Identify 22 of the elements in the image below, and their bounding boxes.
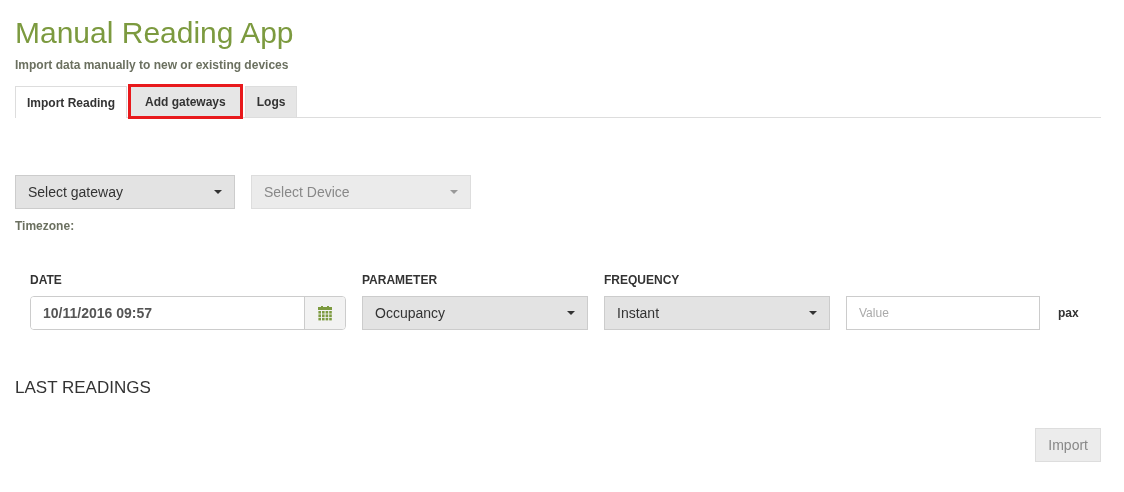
parameter-dropdown[interactable]: Occupancy <box>362 296 588 330</box>
tab[interactable]: Import Reading <box>15 86 127 118</box>
date-field[interactable]: 10/11/2016 09:57 <box>30 296 346 330</box>
dropdown[interactable]: Select gateway <box>15 175 235 209</box>
value-field[interactable]: Value <box>846 296 1040 330</box>
app-title: Manual Reading App <box>15 15 295 51</box>
section-title: LAST READINGS <box>15 378 152 398</box>
calendar-button[interactable] <box>304 297 345 329</box>
timezone-label: Timezone: <box>15 219 76 233</box>
caret-icon <box>214 190 222 194</box>
calendar-icon <box>318 305 332 321</box>
tab[interactable]: Logs <box>244 86 298 117</box>
tab[interactable]: Add gateways <box>130 86 241 117</box>
caret-icon <box>809 311 817 315</box>
parameter-label: PARAMETER <box>362 273 439 287</box>
app-subtitle: Import data manually to new or existing devices <box>15 58 290 72</box>
caret-icon <box>450 190 458 194</box>
unit-label: pax <box>1058 306 1079 320</box>
date-label: DATE <box>30 273 63 287</box>
frequency-dropdown[interactable]: Instant <box>604 296 830 330</box>
frequency-label: FREQUENCY <box>604 273 681 287</box>
caret-icon <box>567 311 575 315</box>
